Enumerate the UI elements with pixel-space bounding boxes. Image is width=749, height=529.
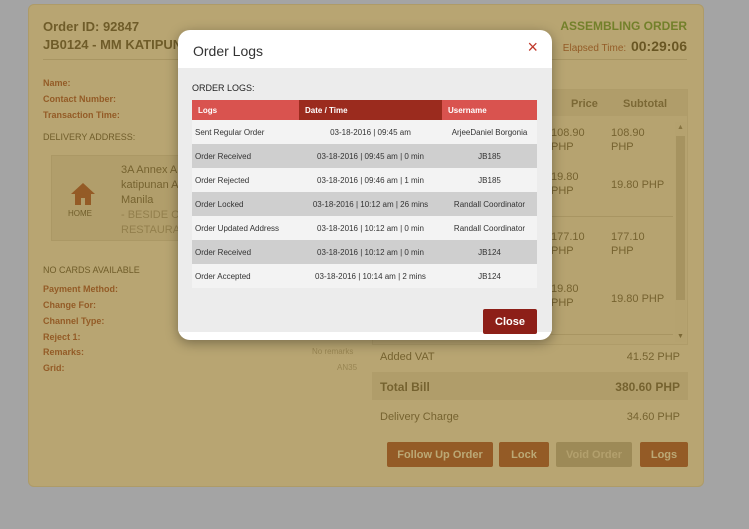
table-row: Order Updated Address 03-18-2016 | 10:12… <box>192 216 537 240</box>
log-username: JB124 <box>442 264 537 288</box>
log-event: Order Updated Address <box>192 216 299 240</box>
username-column-header: Username <box>442 100 537 120</box>
log-username: Randall Coordinator <box>442 216 537 240</box>
table-row: Order Received 03-18-2016 | 09:45 am | 0… <box>192 144 537 168</box>
log-event: Sent Regular Order <box>192 120 299 144</box>
log-datetime: 03-18-2016 | 10:12 am | 0 min <box>299 216 442 240</box>
log-event: Order Received <box>192 240 299 264</box>
log-datetime: 03-18-2016 | 09:46 am | 1 min <box>299 168 442 192</box>
log-username: JB185 <box>442 168 537 192</box>
log-datetime: 03-18-2016 | 09:45 am | 0 min <box>299 144 442 168</box>
log-datetime: 03-18-2016 | 09:45 am <box>299 120 442 144</box>
log-username: ArjeeDaniel Borgonia <box>442 120 537 144</box>
log-datetime: 03-18-2016 | 10:14 am | 2 mins <box>299 264 442 288</box>
date-time-column-header: Date / Time <box>299 100 442 120</box>
table-row: Order Rejected 03-18-2016 | 09:46 am | 1… <box>192 168 537 192</box>
log-event: Order Received <box>192 144 299 168</box>
table-row: Order Accepted 03-18-2016 | 10:14 am | 2… <box>192 264 537 288</box>
logs-column-header: Logs <box>192 100 299 120</box>
log-event: Order Accepted <box>192 264 299 288</box>
order-logs-modal: Order Logs × ORDER LOGS: Logs Date / Tim… <box>178 30 552 340</box>
log-datetime: 03-18-2016 | 10:12 am | 26 mins <box>299 192 442 216</box>
order-logs-table: Logs Date / Time Username Sent Regular O… <box>192 100 537 288</box>
table-row: Order Received 03-18-2016 | 10:12 am | 0… <box>192 240 537 264</box>
log-event: Order Locked <box>192 192 299 216</box>
log-username: JB185 <box>442 144 537 168</box>
table-row: Order Locked 03-18-2016 | 10:12 am | 26 … <box>192 192 537 216</box>
modal-body: ORDER LOGS: Logs Date / Time Username Se… <box>178 68 552 332</box>
order-logs-caption: ORDER LOGS: <box>192 83 255 93</box>
modal-title: Order Logs <box>193 43 264 59</box>
log-username: Randall Coordinator <box>442 192 537 216</box>
close-button[interactable]: Close <box>483 309 537 334</box>
log-event: Order Rejected <box>192 168 299 192</box>
table-row: Sent Regular Order 03-18-2016 | 09:45 am… <box>192 120 537 144</box>
log-username: JB124 <box>442 240 537 264</box>
log-datetime: 03-18-2016 | 10:12 am | 0 min <box>299 240 442 264</box>
close-icon[interactable]: × <box>527 37 538 58</box>
